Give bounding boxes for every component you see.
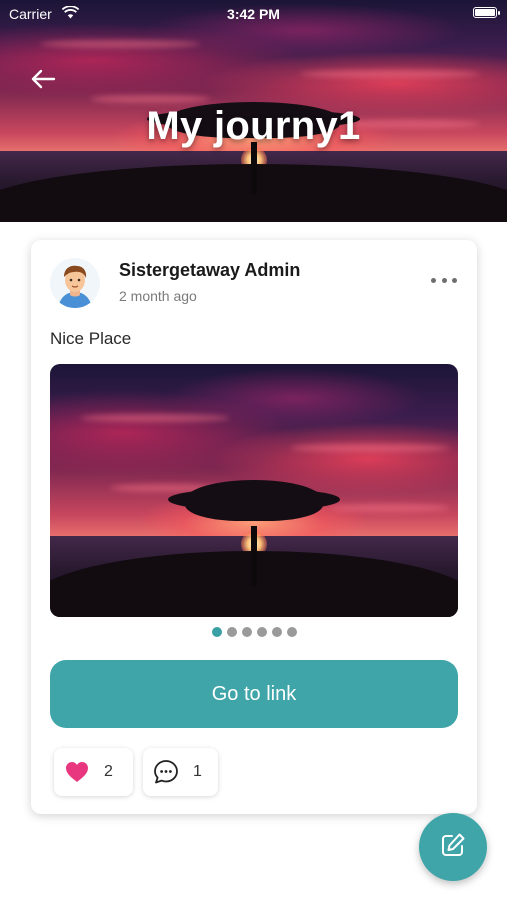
create-post-button[interactable] (419, 813, 487, 881)
avatar[interactable] (50, 258, 100, 308)
carousel-dot[interactable] (286, 627, 297, 637)
carousel-dot[interactable] (256, 627, 267, 637)
arrow-left-icon (30, 69, 56, 94)
go-to-link-button[interactable]: Go to link (50, 660, 458, 728)
like-count: 2 (104, 763, 113, 780)
author-name[interactable]: Sistergetaway Admin (119, 260, 300, 281)
carousel-indicator (31, 627, 477, 637)
like-button[interactable]: 2 (54, 748, 133, 796)
more-options-button[interactable] (431, 272, 457, 288)
battery-icon (473, 7, 500, 18)
back-button[interactable] (28, 66, 58, 96)
comment-bubble-icon (153, 759, 179, 785)
post-card: Sistergetaway Admin 2 month ago Nice Pla… (31, 240, 477, 814)
status-time: 3:42 PM (227, 6, 280, 22)
post-timestamp: 2 month ago (119, 288, 197, 304)
carousel-dot[interactable] (241, 627, 252, 637)
status-bar: Carrier 3:42 PM (0, 0, 507, 28)
carousel-dot[interactable] (271, 627, 282, 637)
comment-button[interactable]: 1 (143, 748, 218, 796)
page-title: My journy1 (146, 104, 361, 148)
comment-count: 1 (193, 763, 202, 780)
post-text: Nice Place (50, 329, 132, 348)
carousel-dot[interactable] (226, 627, 237, 637)
carousel-dot-active[interactable] (211, 627, 222, 637)
edit-icon (439, 831, 467, 864)
heart-icon (64, 759, 90, 785)
more-horizontal-icon (431, 277, 436, 283)
post-image[interactable] (50, 364, 458, 617)
